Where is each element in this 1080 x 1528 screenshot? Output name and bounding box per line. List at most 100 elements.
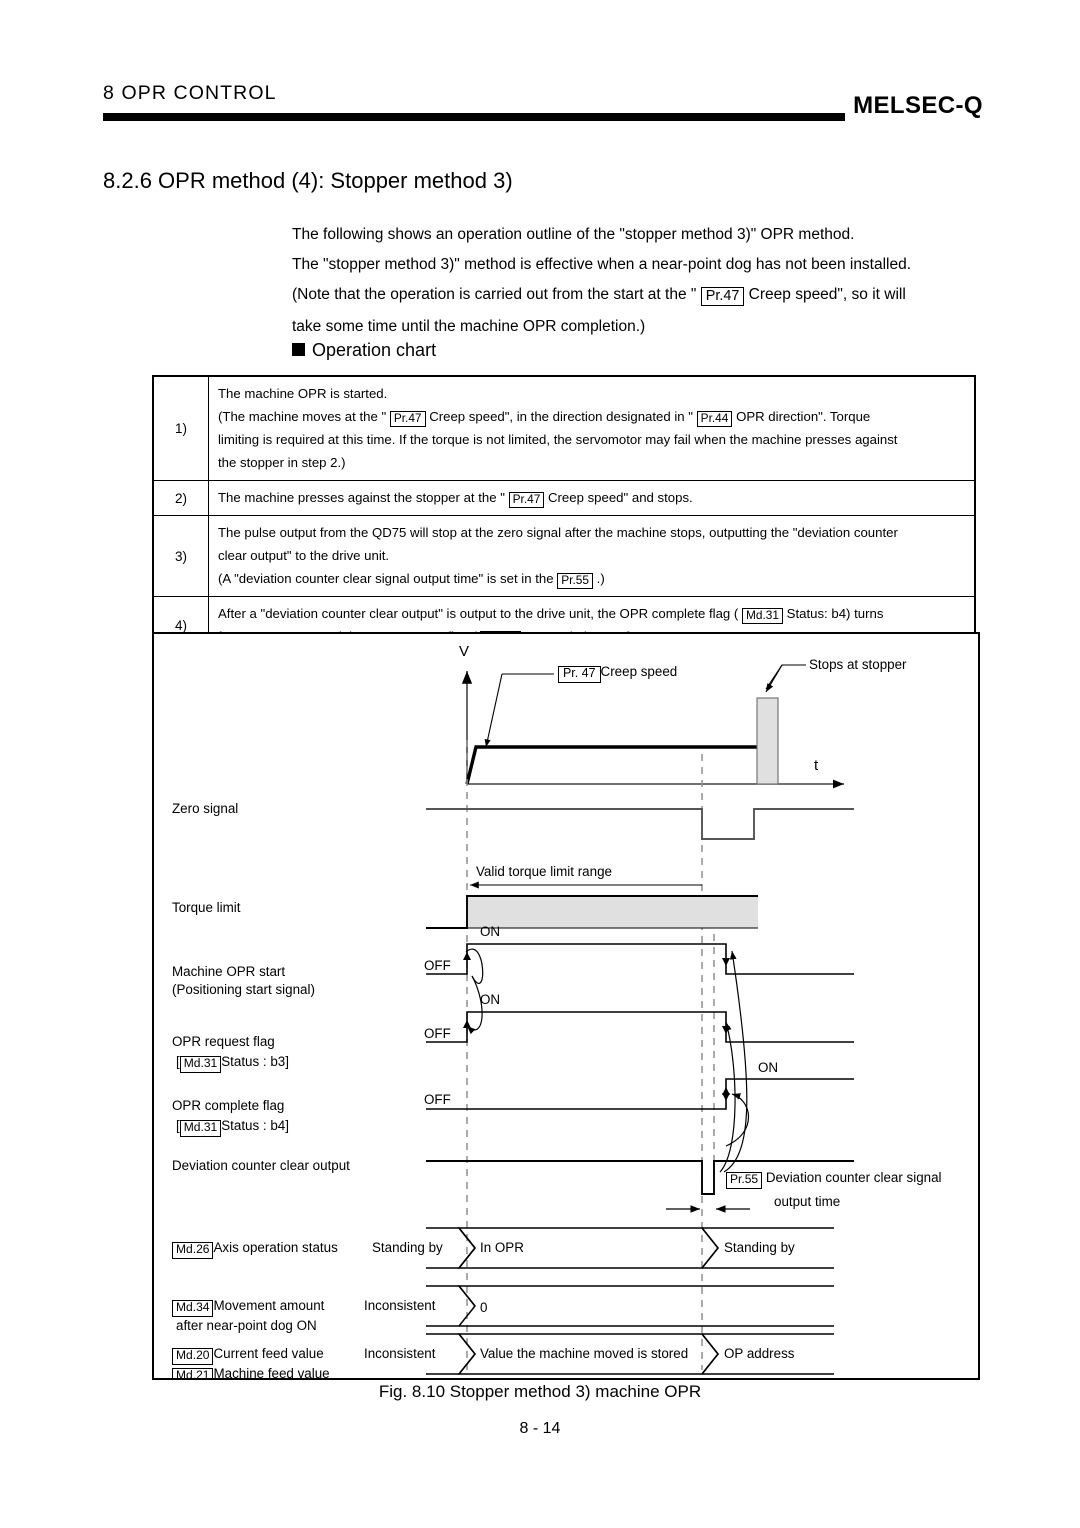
- table-row: 3) The pulse output from the QD75 will s…: [152, 515, 976, 597]
- page-header: 8 OPR CONTROL MELSEC-Q: [0, 0, 1080, 140]
- md34-row-label-line1: Md.34 Movement amount: [172, 1296, 324, 1317]
- valid-torque-limit-range-label: Valid torque limit range: [476, 864, 612, 879]
- param-box-md31: Md.31: [179, 1120, 222, 1137]
- table-row: 2) The machine presses against the stopp…: [152, 480, 976, 516]
- intro-line-2: The "stopper method 3)" method is effect…: [292, 256, 912, 273]
- step-line: The machine presses against the stopper …: [218, 486, 965, 509]
- md26-state-in-opr: In OPR: [480, 1240, 524, 1255]
- param-box-md20: Md.20: [172, 1348, 214, 1365]
- opr-complete-status-text: Status : b4: [221, 1118, 286, 1133]
- opr-complete-flag-status: [Md.31 Status : b4]: [176, 1116, 289, 1137]
- on-label-machine-opr-start: ON: [480, 924, 501, 939]
- operation-chart-heading: Operation chart: [292, 340, 436, 361]
- step-line: The machine OPR is started.: [218, 386, 388, 401]
- axis-label-t: t: [814, 757, 819, 774]
- opr-request-status-text: Status : b3: [221, 1054, 286, 1069]
- opr-complete-flag-label: OPR complete flag: [172, 1098, 285, 1113]
- md20-row-label: Md.20 Current feed value: [172, 1344, 324, 1365]
- table-row: 1) The machine OPR is started. (The mach…: [152, 375, 976, 481]
- step-body: The pulse output from the QD75 will stop…: [208, 515, 976, 597]
- param-box-pr44: Pr.44: [696, 411, 733, 428]
- intro-line-1: The following shows an operation outline…: [292, 226, 855, 243]
- off-label-opr-complete-flag: OFF: [424, 1092, 451, 1107]
- timing-diagram: V t Pr. 47 Creep speed Stops at stopper Z…: [152, 632, 980, 1380]
- opr-request-flag-status: [Md.31 Status : b3]: [176, 1052, 289, 1073]
- param-box-md34: Md.34: [172, 1300, 214, 1317]
- intro-line-3: (Note that the operation is carried out …: [292, 280, 992, 310]
- zero-signal-label: Zero signal: [172, 801, 239, 816]
- md34-state-inconsistent: Inconsistent: [364, 1298, 436, 1313]
- step-text: After a "deviation counter clear output"…: [218, 606, 739, 621]
- off-label-machine-opr-start: OFF: [424, 958, 451, 973]
- step-line: (The machine moves at the " Pr.47 Creep …: [218, 405, 965, 428]
- md26-state-standing-by-2: Standing by: [724, 1240, 795, 1255]
- on-label-opr-request-flag: ON: [480, 992, 501, 1007]
- step-text: OPR direction". Torque: [736, 409, 871, 424]
- intro-line-4: take some time until the machine OPR com…: [292, 318, 646, 335]
- md34-state-zero: 0: [480, 1300, 488, 1315]
- off-label-opr-request-flag: OFF: [424, 1026, 451, 1041]
- figure-caption: Fig. 8.10 Stopper method 3) machine OPR: [378, 1382, 702, 1401]
- step-line: The pulse output from the QD75 will stop…: [218, 525, 898, 540]
- machine-opr-start-label-line1: Machine OPR start: [172, 964, 286, 979]
- square-bullet-icon: [292, 343, 305, 356]
- step-line: the stopper in step 2.): [218, 455, 346, 470]
- param-box-md31: Md.31: [179, 1056, 222, 1073]
- stops-at-stopper-callout: Stops at stopper: [809, 657, 907, 672]
- md26-row-label: Md.26 Axis operation status: [172, 1238, 338, 1259]
- step-text: (A "deviation counter clear signal outpu…: [218, 571, 554, 586]
- md20-label-text: Current feed value: [213, 1346, 324, 1361]
- step-line: After a "deviation counter clear output"…: [218, 602, 965, 625]
- step-text: Creep speed", in the direction designate…: [429, 409, 693, 424]
- step-line: (A "deviation counter clear signal outpu…: [218, 567, 965, 590]
- intro-line-3-prefix: (Note that the operation is carried out …: [292, 286, 697, 303]
- section-heading: 8.2.6 OPR method (4): Stopper method 3): [103, 168, 513, 193]
- step-number: 3): [152, 515, 209, 597]
- md2021-state-value-stored: Value the machine moved is stored: [480, 1346, 689, 1361]
- param-box-md31: Md.31: [741, 608, 783, 625]
- step-number: 2): [152, 480, 209, 516]
- param-box-pr47: Pr. 47: [558, 666, 601, 683]
- param-box-pr47: Pr.47: [700, 287, 745, 307]
- intro-line-3-suffix: Creep speed", so it will: [748, 286, 906, 303]
- operation-steps-table: 1) The machine OPR is started. (The mach…: [152, 375, 976, 656]
- step-line: clear output" to the drive unit.: [218, 548, 390, 563]
- pr55-callout-line2: output time: [774, 1194, 841, 1209]
- step-text: .): [596, 571, 605, 586]
- operation-chart-heading-label: Operation chart: [312, 340, 437, 360]
- machine-opr-start-label-line2: (Positioning start signal): [172, 982, 315, 997]
- param-box-md21: Md.21: [172, 1368, 214, 1378]
- pr55-callout-line1: Pr.55 Deviation counter clear signal: [726, 1168, 942, 1189]
- param-box-pr47: Pr.47: [508, 492, 545, 509]
- intro-paragraph: The following shows an operation outline…: [292, 220, 992, 342]
- axis-label-v: V: [459, 643, 470, 660]
- creep-speed-callout: Pr. 47 Creep speed: [558, 662, 677, 683]
- md34-row-label-line2: after near-point dog ON: [176, 1318, 317, 1333]
- step-text: Creep speed" and stops.: [548, 490, 693, 505]
- step-body: The machine presses against the stopper …: [208, 480, 976, 516]
- step-body: The machine OPR is started. (The machine…: [208, 375, 976, 481]
- page-number: 8 - 14: [519, 1420, 561, 1437]
- chapter-title: 8 OPR CONTROL: [103, 82, 277, 104]
- param-box-pr55: Pr.55: [726, 1172, 763, 1189]
- header-divider: [103, 113, 845, 121]
- timing-diagram-graphics: [426, 664, 854, 1375]
- md2021-state-op-address: OP address: [724, 1346, 795, 1361]
- step-text: (The machine moves at the ": [218, 409, 387, 424]
- param-box-pr55: Pr.55: [557, 573, 593, 590]
- md2021-state-inconsistent: Inconsistent: [364, 1346, 436, 1361]
- pr55-text-line1: Deviation counter clear signal: [765, 1170, 942, 1185]
- md26-label-text: Axis operation status: [213, 1240, 338, 1255]
- step-number: 1): [152, 375, 209, 481]
- deviation-counter-clear-output-label: Deviation counter clear output: [172, 1158, 350, 1173]
- step-text: Status: b4) turns: [786, 606, 884, 621]
- brand-title: MELSEC-Q: [853, 92, 983, 119]
- step-line: limiting is required at this time. If th…: [218, 432, 898, 447]
- param-box-md26: Md.26: [172, 1242, 214, 1259]
- step-text: The machine presses against the stopper …: [218, 490, 505, 505]
- md34-label-text: Movement amount: [213, 1298, 325, 1313]
- creep-speed-label: Creep speed: [600, 664, 678, 679]
- on-label-opr-complete-flag: ON: [758, 1060, 779, 1075]
- opr-request-flag-label: OPR request flag: [172, 1034, 275, 1049]
- param-box-pr47: Pr.47: [389, 411, 426, 428]
